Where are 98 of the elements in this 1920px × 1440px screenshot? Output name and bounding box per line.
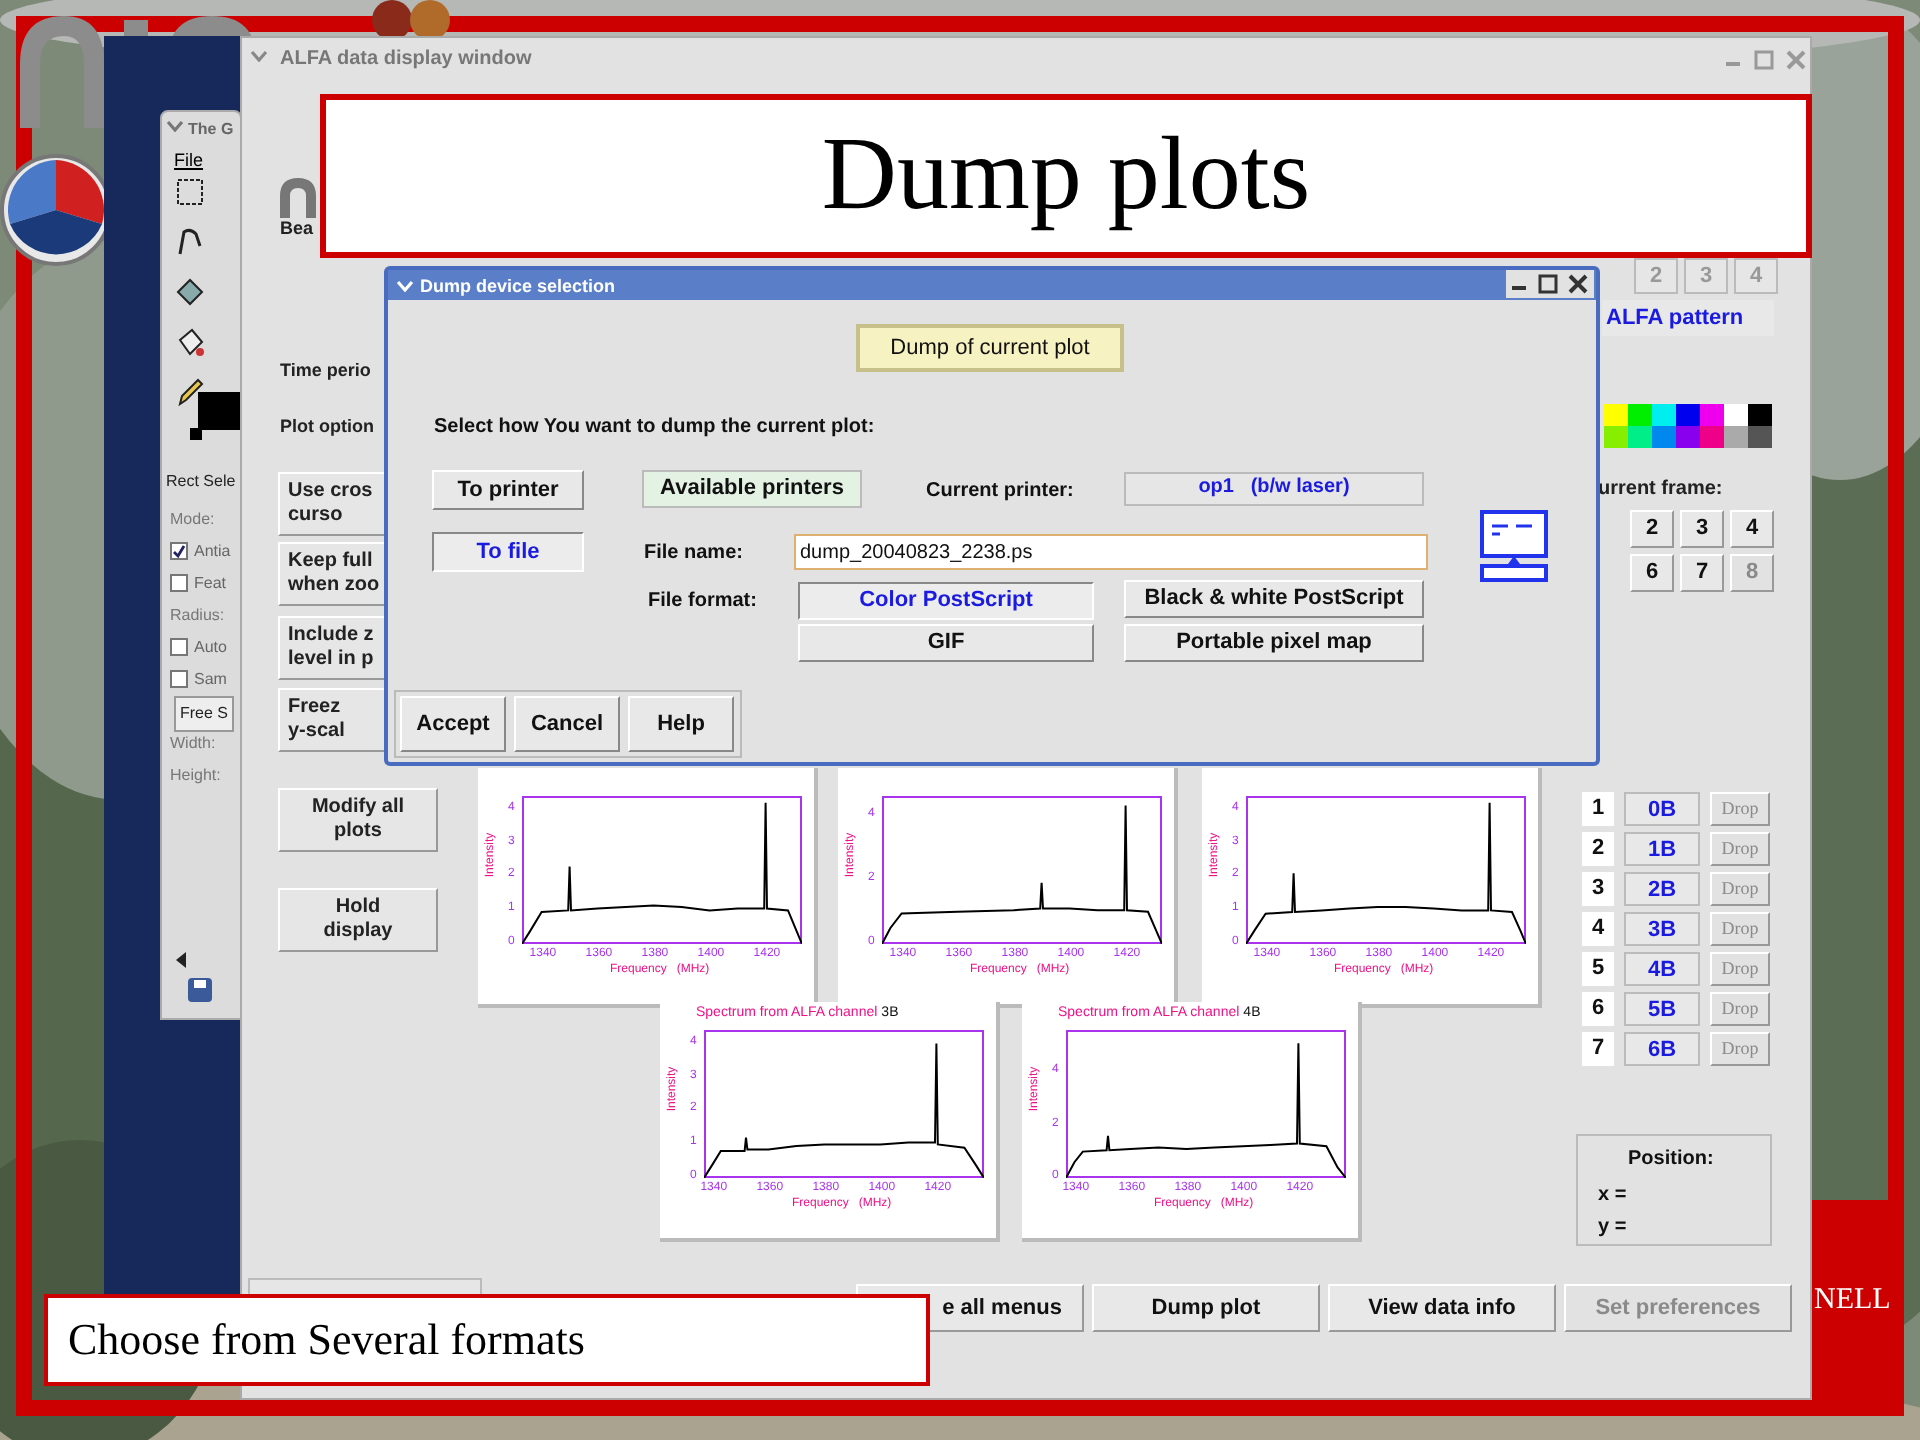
target-button[interactable]: To file [432,532,584,572]
chevron-icon [250,50,268,62]
spheres-icon [372,0,452,40]
slide-title: Dump plots [821,124,1311,228]
field-label: Width: [170,732,216,756]
frame-button[interactable]: 2 [1630,510,1674,548]
field-label: Radius: [170,604,225,628]
save-icon [188,978,212,1002]
channel-button[interactable]: 0B [1624,792,1700,826]
checkbox[interactable] [170,670,188,688]
app-logo-icon [280,178,316,218]
row-number: 6 [1582,992,1614,1026]
row-number: 3 [1582,872,1614,906]
field-label: Bea [280,216,314,242]
dialog-button[interactable]: Cancel [514,696,620,752]
option-label: Auto [194,636,227,660]
checkbox[interactable] [170,542,188,560]
drop-button: Drop [1710,1032,1770,1066]
color-swatch-icon [190,392,242,440]
window-controls-icon [1722,48,1810,72]
field-label: File name: [644,540,743,568]
checkbox[interactable] [170,638,188,656]
panel-title: Position: [1628,1146,1714,1174]
row-number: 7 [1582,1032,1614,1066]
format-button[interactable]: Portable pixel map [1124,624,1424,662]
format-button[interactable]: GIF [798,624,1094,662]
channel-button[interactable]: 6B [1624,1032,1700,1066]
field-label: Current printer: [926,478,1074,506]
field-label: Height: [170,764,221,788]
file-name-field[interactable]: dump_20040823_2238.ps [794,534,1428,570]
field-label: urrent frame: [1598,476,1723,504]
row-number: 1 [1582,792,1614,826]
window-title: ALFA data display window [280,46,532,74]
channel-button[interactable]: 4B [1624,952,1700,986]
frame-button[interactable]: 3 [1680,510,1724,548]
field-label: Time perio [280,358,371,384]
option-button[interactable]: Keep full when zoo [278,542,386,606]
row-number: 5 [1582,952,1614,986]
target-button[interactable]: To printer [432,470,584,510]
drop-button: Drop [1710,912,1770,946]
window-title: The G [188,118,234,142]
option-button[interactable]: Use cros curso [278,472,386,536]
frame-button: 8 [1730,554,1774,592]
dump-button[interactable]: Dump of current plot [856,324,1124,372]
channel-button[interactable]: 5B [1624,992,1700,1026]
drop-button: Drop [1710,952,1770,986]
drop-button: Drop [1710,832,1770,866]
frame-button[interactable]: 7 [1680,554,1724,592]
option-button[interactable]: Include z level in p [278,616,386,680]
field-label: Mode: [170,508,215,532]
row-number: 4 [1582,912,1614,946]
drop-button: Drop [1710,872,1770,906]
pencil-icon [174,376,206,408]
chevron-icon [166,120,184,132]
channel-button[interactable]: 3B [1624,912,1700,946]
corner-text: NELL [1814,1285,1891,1315]
menu-item[interactable]: File [174,148,204,175]
printers-button[interactable]: Available printers [642,470,862,508]
format-button[interactable]: Color PostScript [798,582,1094,620]
x-readout: x = [1598,1182,1627,1210]
rectangle-select-icon [174,176,206,208]
dialog-button[interactable]: Accept [400,696,506,752]
printer-field: op1 (b/w laser) [1124,472,1424,506]
channel-button[interactable]: 1B [1624,832,1700,866]
dialog-button[interactable]: Help [628,696,734,752]
option-button[interactable]: Freez y-scal [278,688,386,752]
option-label: Feat [194,572,227,596]
lasso-icon [174,226,206,258]
checkbox[interactable] [170,574,188,592]
drop-button: Drop [1710,992,1770,1026]
field-label: Plot option [280,414,374,440]
action-button[interactable]: Dump plot [1092,1284,1320,1332]
color-palette-icon [1604,404,1772,448]
row-number: 2 [1582,832,1614,866]
pattern-button[interactable]: ALFA pattern [1602,300,1774,336]
slide-caption: Choose from Several formats [68,1318,585,1362]
instruction-text: Select how You want to dump the current plot: [434,414,875,442]
scroll-left-icon [176,952,188,968]
option-button[interactable]: Hold display [278,888,438,952]
panel-title: Rect Sele [166,470,236,494]
frame-button[interactable]: 6 [1630,554,1674,592]
option-button[interactable]: Modify all plots [278,788,438,852]
field-label: File format: [648,588,757,616]
y-readout: y = [1598,1214,1627,1242]
dropdown[interactable]: Free S [174,696,235,732]
window-title: Dump device selection [420,274,616,300]
bucket-icon [174,326,206,358]
action-button: Set preferences [1564,1284,1792,1332]
chevron-icon [396,280,414,292]
option-label: Antia [194,540,231,564]
move-icon [174,276,206,308]
option-label: Sam [194,668,227,692]
frame-button[interactable]: 4 [1730,510,1774,548]
channel-button[interactable]: 2B [1624,872,1700,906]
drop-button: Drop [1710,792,1770,826]
format-button[interactable]: Black & white PostScript [1124,580,1424,618]
computer-icon [1480,510,1548,582]
action-button[interactable]: View data info [1328,1284,1556,1332]
